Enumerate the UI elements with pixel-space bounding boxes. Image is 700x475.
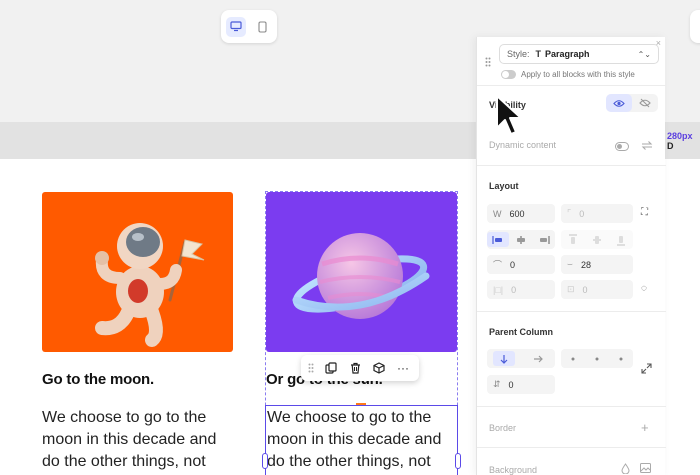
desktop-icon[interactable]: [226, 16, 246, 37]
block-selection-outline: [265, 405, 458, 475]
width-field[interactable]: W 600: [487, 204, 555, 223]
fill-drop-icon[interactable]: [621, 463, 630, 475]
dynamic-content-controls: [615, 138, 653, 156]
parent-direction-group: [487, 349, 555, 368]
width-prefix: W: [493, 208, 502, 219]
panel-drag-icon[interactable]: [485, 57, 491, 70]
layout-label: Layout: [489, 181, 519, 191]
dot-icon[interactable]: [586, 351, 608, 366]
astronaut-illustration: [95, 223, 205, 347]
duplicate-icon[interactable]: [321, 358, 341, 378]
parent-gap-value: 0: [508, 379, 514, 390]
chevron-updown-icon: ⌃⌄: [637, 49, 651, 59]
dynamic-content-label: Dynamic content: [489, 140, 557, 150]
spacing-top-value: 0: [510, 259, 516, 270]
spacing-bottom-value: 28: [580, 259, 591, 270]
radius-value: 0: [579, 208, 585, 219]
padding-vertical-value: 0: [582, 284, 588, 295]
mobile-icon[interactable]: [252, 17, 272, 37]
more-icon[interactable]: ···: [393, 358, 413, 378]
padding-vertical-field[interactable]: ⊡ 0: [561, 280, 633, 299]
sync-icon[interactable]: [641, 138, 653, 156]
resize-handle-left[interactable]: [262, 453, 268, 469]
style-select[interactable]: Style: T Paragraph ⌃⌄: [499, 44, 659, 64]
spacing-top-field[interactable]: ⌒ 0: [487, 255, 555, 274]
mouse-cursor-icon: [496, 95, 522, 135]
add-border-button[interactable]: +: [641, 420, 649, 435]
spacing-top-icon: ⌒: [493, 260, 503, 270]
cube-icon[interactable]: [369, 358, 389, 378]
drag-handle-icon[interactable]: [305, 358, 317, 378]
dot-icon[interactable]: [610, 351, 632, 366]
dot-icon[interactable]: [562, 351, 584, 366]
padding-vertical-icon: ⊡: [567, 284, 575, 294]
parent-distribution-group: [561, 349, 633, 368]
gap-icon: ⇵: [493, 379, 501, 389]
style-select-value: Paragraph: [545, 49, 590, 59]
border-label: Border: [489, 423, 517, 433]
align-middle-icon[interactable]: [586, 232, 608, 247]
divider: [477, 406, 666, 407]
spacing-bottom-icon: ⌣: [567, 259, 573, 269]
align-right-icon[interactable]: [533, 232, 555, 247]
parent-column-label: Parent Column: [489, 327, 554, 337]
background-label: Background: [489, 465, 538, 475]
device-switcher: [221, 10, 277, 43]
card-body-text[interactable]: We choose to go to the moon in this deca…: [42, 407, 237, 473]
padding-field[interactable]: |□| 0: [487, 280, 555, 299]
apply-style-toggle[interactable]: [501, 70, 516, 79]
padding-value: 0: [511, 284, 517, 295]
paragraph-icon: T: [535, 49, 542, 59]
expand-icon[interactable]: [641, 363, 652, 377]
align-bottom-icon[interactable]: [610, 232, 632, 247]
divider: [477, 165, 666, 166]
toggle-icon[interactable]: [615, 138, 629, 156]
visibility-toggle: [606, 94, 658, 112]
spacing-bottom-field[interactable]: ⌣ 28: [561, 255, 633, 274]
arrow-right-icon[interactable]: [527, 351, 549, 366]
align-left-icon[interactable]: [487, 232, 510, 247]
eye-icon[interactable]: [606, 94, 632, 112]
block-toolbar: ···: [301, 355, 419, 381]
vertical-align-group: [561, 230, 633, 249]
horizontal-align-group: [487, 230, 555, 249]
parent-gap-field[interactable]: ⇵ 0: [487, 375, 555, 394]
fullscreen-icon[interactable]: ⛶: [641, 207, 648, 218]
eye-off-icon[interactable]: [632, 94, 658, 112]
card-title[interactable]: Go to the moon.: [42, 371, 154, 388]
padding-link-icon[interactable]: ◌: [641, 283, 647, 294]
radius-field[interactable]: ⌜ 0: [561, 204, 633, 223]
divider: [477, 311, 666, 312]
align-top-icon[interactable]: [562, 232, 584, 247]
image-icon[interactable]: [640, 463, 651, 475]
arrow-down-icon[interactable]: [493, 351, 515, 366]
spacing-indicator[interactable]: [356, 403, 366, 405]
card-image-planet[interactable]: [266, 192, 457, 352]
divider: [477, 85, 666, 86]
corner-radius-icon: ⌜: [567, 208, 572, 218]
top-right-control[interactable]: [690, 10, 700, 43]
align-center-icon[interactable]: [510, 232, 532, 247]
card-image-astronaut[interactable]: [42, 192, 233, 352]
divider: [477, 447, 666, 448]
padding-horizontal-icon: |□|: [493, 284, 504, 295]
apply-style-row: Apply to all blocks with this style: [501, 70, 635, 79]
resize-handle-right[interactable]: [455, 453, 461, 469]
apply-style-label: Apply to all blocks with this style: [521, 70, 635, 79]
ruler-width-label: 280px D: [667, 131, 693, 151]
delete-icon[interactable]: [345, 358, 365, 378]
planet-illustration: [292, 233, 430, 319]
style-select-label: Style:: [507, 49, 530, 59]
width-value: 600: [509, 208, 525, 219]
